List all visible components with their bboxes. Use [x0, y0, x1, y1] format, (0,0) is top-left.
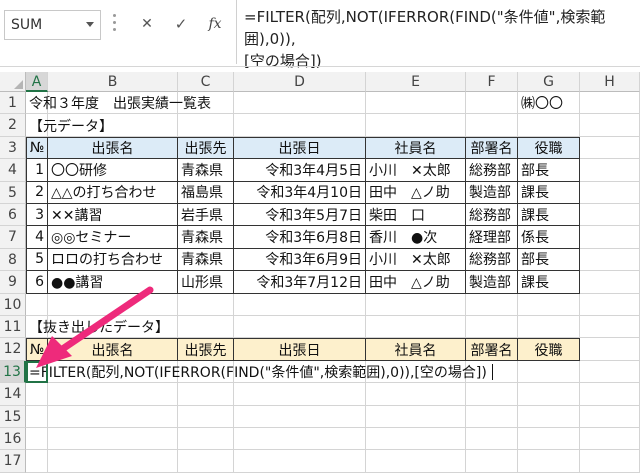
- arrow-head: [36, 336, 72, 368]
- annotation-arrow: [36, 286, 154, 368]
- arrow-shaft: [54, 286, 154, 356]
